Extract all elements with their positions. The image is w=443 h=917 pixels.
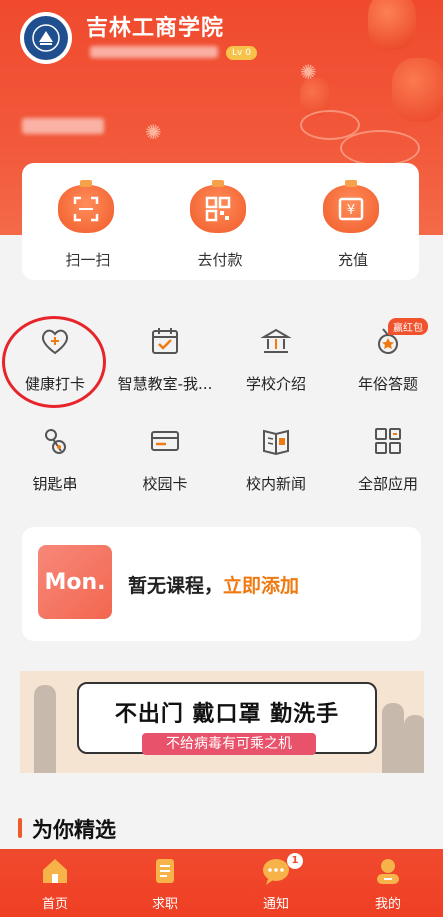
app-label: 校园卡	[142, 475, 188, 493]
tab-label: 首页	[41, 897, 68, 912]
app-label: 学校介绍	[245, 375, 306, 393]
cloud-decoration	[340, 130, 420, 166]
all-apps-icon	[375, 428, 401, 454]
scan-icon	[58, 180, 114, 233]
recharge-label: 充值	[337, 251, 368, 269]
news-icon	[263, 429, 289, 456]
lantern-decoration	[392, 58, 443, 122]
app-new-year-quiz[interactable]: 年俗答题	[333, 325, 443, 415]
app-label: 智慧教室-我...	[117, 375, 213, 393]
campus-card-icon	[151, 431, 179, 451]
tab-profile[interactable]: 我的	[333, 849, 443, 917]
school-logo[interactable]	[20, 12, 72, 64]
highlight-annotation-circle	[2, 316, 106, 408]
section-accent-bar	[18, 818, 22, 838]
qrcode-pay-icon	[190, 180, 246, 233]
course-empty-text: 暂无课程，立即添加	[128, 571, 299, 598]
quick-actions-card: 扫一扫 去付款 ¥ 充值	[22, 163, 419, 280]
profile-icon	[377, 859, 399, 884]
person-illustration	[404, 715, 424, 773]
tab-home[interactable]: 首页	[0, 849, 110, 917]
school-name: 吉林工商学院	[86, 16, 225, 41]
section-title: 为你精选	[32, 818, 116, 842]
course-card[interactable]: Mon. 暂无课程，立即添加	[22, 527, 421, 641]
pay-label: 去付款	[197, 251, 243, 269]
calendar-check-icon	[152, 328, 178, 354]
pay-button[interactable]: 去付款	[154, 163, 286, 280]
app-keychain[interactable]: 钥匙串	[0, 425, 110, 515]
app-label: 年俗答题	[357, 375, 418, 393]
recharge-icon: ¥	[323, 180, 379, 233]
scan-button[interactable]: 扫一扫	[22, 163, 154, 280]
red-packet-badge: 赢红包	[388, 318, 428, 335]
app-label: 校内新闻	[245, 475, 306, 493]
app-campus-card[interactable]: 校园卡	[110, 425, 220, 515]
person-illustration	[382, 703, 404, 773]
add-course-link[interactable]: 立即添加	[223, 575, 299, 597]
promo-banner[interactable]: 不出门 戴口罩 勤洗手 不给病毒有可乘之机	[20, 671, 424, 773]
blurred-user-info	[22, 118, 104, 134]
firework-decoration: ✺	[145, 120, 162, 144]
tab-label: 我的	[374, 897, 401, 912]
job-icon	[156, 859, 174, 883]
lantern-decoration	[368, 0, 416, 50]
recharge-button[interactable]: ¥ 充值	[287, 163, 419, 280]
tab-label: 求职	[151, 897, 178, 912]
blurred-username	[90, 46, 218, 58]
app-smart-classroom[interactable]: 智慧教室-我...	[110, 325, 220, 415]
scan-label: 扫一扫	[65, 251, 111, 269]
person-illustration	[34, 685, 56, 773]
svg-text:¥: ¥	[347, 203, 355, 218]
tab-jobs[interactable]: 求职	[110, 849, 220, 917]
app-all-apps[interactable]: 全部应用	[333, 425, 443, 515]
app-campus-news[interactable]: 校内新闻	[221, 425, 331, 515]
keychain-icon	[45, 429, 66, 454]
no-course-text: 暂无课程，	[128, 575, 224, 597]
app-label: 全部应用	[357, 475, 418, 493]
banner-title: 不出门 戴口罩 勤洗手	[114, 702, 340, 727]
home-icon	[43, 859, 67, 883]
firework-decoration: ✺	[300, 60, 317, 84]
tab-notifications[interactable]: 1 通知	[221, 849, 331, 917]
bottom-tab-bar: 首页 求职 1 通知 我的	[0, 849, 443, 917]
app-school-intro[interactable]: 学校介绍	[221, 325, 331, 415]
level-badge: Lv 0	[226, 46, 257, 60]
weekday-badge: Mon.	[38, 545, 112, 619]
notification-count-badge: 1	[287, 853, 303, 869]
app-label: 钥匙串	[32, 475, 78, 493]
school-building-icon	[260, 328, 292, 353]
banner-subtitle: 不给病毒有可乘之机	[142, 733, 316, 755]
tab-label: 通知	[262, 897, 289, 912]
banner-message-box: 不出门 戴口罩 勤洗手 不给病毒有可乘之机	[77, 682, 377, 755]
